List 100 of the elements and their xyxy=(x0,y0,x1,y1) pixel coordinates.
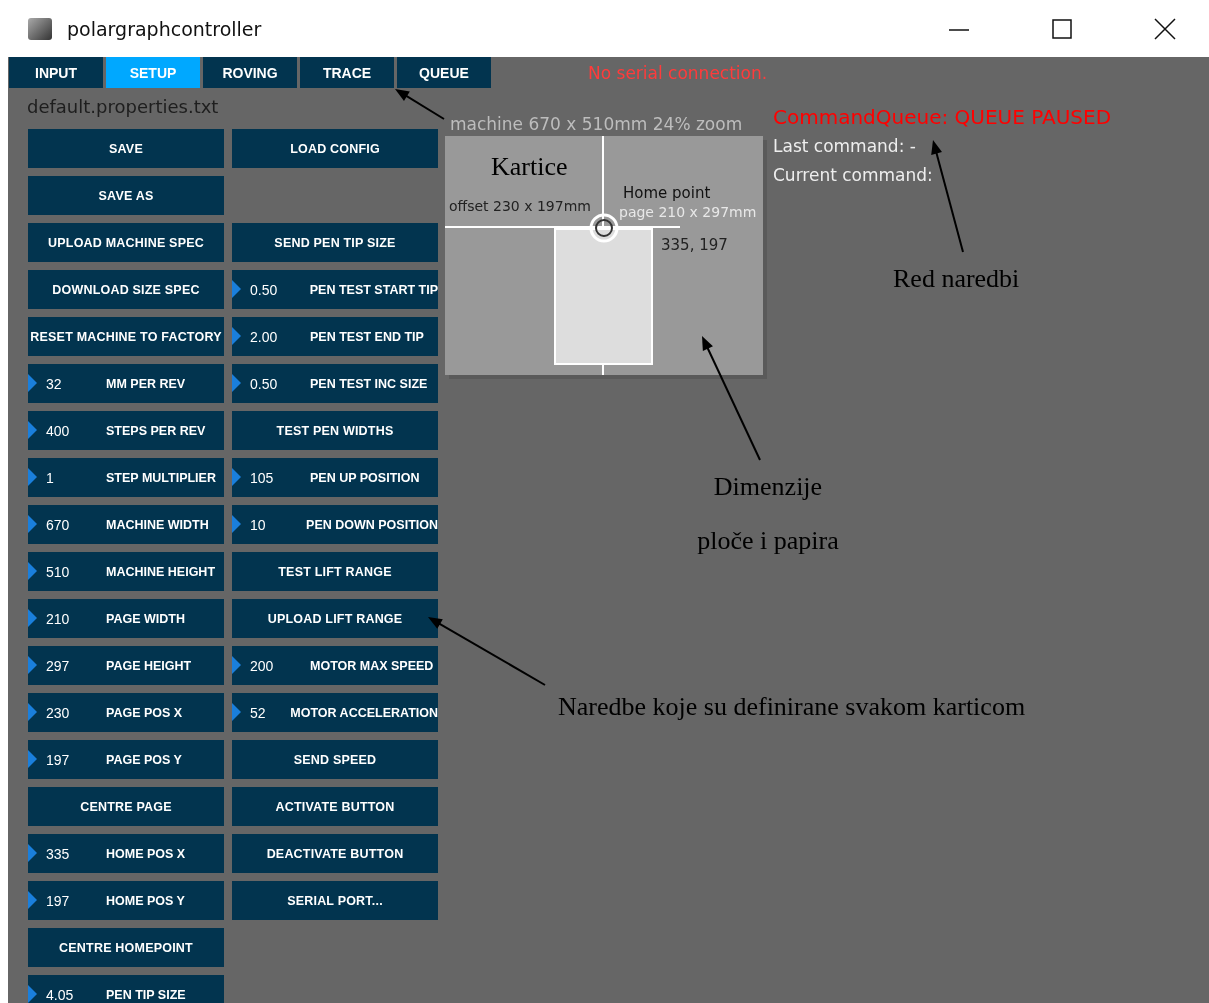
triangle-icon xyxy=(232,374,241,392)
number-control[interactable]: 230 PAGE POS X xyxy=(28,693,224,732)
triangle-icon xyxy=(28,844,37,862)
number-control[interactable]: 0.50 PEN TEST START TIP xyxy=(232,270,438,309)
annotation-label: Red naredbi xyxy=(893,264,1020,294)
home-point-label: Home point xyxy=(623,184,711,202)
triangle-icon xyxy=(28,468,37,486)
number-control[interactable]: 105 PEN UP POSITION xyxy=(232,458,438,497)
tab[interactable]: INPUT xyxy=(9,57,103,88)
triangle-icon xyxy=(28,703,37,721)
setup-button[interactable]: SEND PEN TIP SIZE xyxy=(232,223,438,262)
page-size-label: page 210 x 297mm xyxy=(619,204,757,220)
setup-button[interactable]: TEST PEN WIDTHS xyxy=(232,411,438,450)
control-label: MACHINE WIDTH xyxy=(106,517,209,532)
value-text: 4.05 xyxy=(46,986,75,1003)
number-control[interactable]: 2.00 PEN TEST END TIP xyxy=(232,317,438,356)
number-control[interactable]: 210 PAGE WIDTH xyxy=(28,599,224,638)
number-control[interactable]: 32 MM PER REV xyxy=(28,364,224,403)
control-label: PEN TEST INC SIZE xyxy=(310,376,428,391)
value-text: 0.50 xyxy=(250,375,279,392)
value-text: 210 xyxy=(46,610,71,627)
setup-button[interactable]: SEND SPEED xyxy=(232,740,438,779)
number-control[interactable]: 10 PEN DOWN POSITION xyxy=(232,505,438,544)
status-text: No serial connection. xyxy=(588,62,768,83)
value-text: 1 xyxy=(46,469,55,486)
maximize-icon xyxy=(1052,18,1072,39)
tab[interactable]: ROVING xyxy=(203,57,297,88)
setup-button[interactable]: TEST LIFT RANGE xyxy=(232,552,438,591)
setup-button[interactable]: RESET MACHINE TO FACTORY xyxy=(28,317,224,356)
value-text: 197 xyxy=(46,751,71,768)
number-control[interactable]: 0.50 PEN TEST INC SIZE xyxy=(232,364,438,403)
file-name: default.properties.txt xyxy=(27,95,219,119)
tab[interactable]: QUEUE xyxy=(397,57,491,88)
control-label: MACHINE HEIGHT xyxy=(106,564,216,579)
number-control[interactable]: 197 HOME POS Y xyxy=(28,881,224,920)
number-control[interactable]: 335 HOME POS X xyxy=(28,834,224,873)
control-label: PEN TIP SIZE xyxy=(106,987,186,1002)
value-text: 200 xyxy=(250,657,275,674)
app-icon xyxy=(28,17,52,40)
tab[interactable]: TRACE xyxy=(300,57,394,88)
number-control[interactable]: 200 MOTOR MAX SPEED xyxy=(232,646,438,685)
setup-button[interactable]: SAVE xyxy=(28,129,224,168)
window-title: polargraphcontroller xyxy=(67,17,263,40)
triangle-icon xyxy=(28,656,37,674)
number-control[interactable]: 670 MACHINE WIDTH xyxy=(28,505,224,544)
number-control[interactable]: 510 MACHINE HEIGHT xyxy=(28,552,224,591)
last-command-text: Last command: - xyxy=(773,135,917,158)
number-control[interactable]: 52 MOTOR ACCELERATION xyxy=(232,693,438,732)
triangle-icon xyxy=(232,703,241,721)
setup-button[interactable]: DEACTIVATE BUTTON xyxy=(232,834,438,873)
setup-button[interactable]: SERIAL PORT... xyxy=(232,881,438,920)
triangle-icon xyxy=(28,515,37,533)
current-command-text: Current command: xyxy=(773,164,934,187)
number-control[interactable]: 400 STEPS PER REV xyxy=(28,411,224,450)
setup-button[interactable]: CENTRE PAGE xyxy=(28,787,224,826)
value-text: 105 xyxy=(250,469,275,486)
setup-button[interactable]: SAVE AS xyxy=(28,176,224,215)
control-label: STEP MULTIPLIER xyxy=(106,470,216,485)
value-text: 230 xyxy=(46,704,71,721)
value-text: 400 xyxy=(46,422,71,439)
number-control[interactable]: 197 PAGE POS Y xyxy=(28,740,224,779)
setup-button[interactable]: DOWNLOAD SIZE SPEC xyxy=(28,270,224,309)
annotation-label: Dimenzije ploče i papira xyxy=(696,471,840,557)
value-text: 297 xyxy=(46,657,71,674)
triangle-icon xyxy=(28,750,37,768)
setup-button[interactable]: UPLOAD MACHINE SPEC xyxy=(28,223,224,262)
value-text: 52 xyxy=(250,704,267,721)
value-text: 2.00 xyxy=(250,328,279,345)
setup-button[interactable]: UPLOAD LIFT RANGE xyxy=(232,599,438,638)
offset-label: offset 230 x 197mm xyxy=(449,198,591,214)
setup-button[interactable]: ACTIVATE BUTTON xyxy=(232,787,438,826)
control-label: PAGE POS Y xyxy=(106,752,182,767)
number-control[interactable]: 297 PAGE HEIGHT xyxy=(28,646,224,685)
control-label: STEPS PER REV xyxy=(106,423,206,438)
control-label: MM PER REV xyxy=(106,376,186,391)
value-text: 10 xyxy=(250,516,267,533)
value-text: 335 xyxy=(46,845,71,862)
triangle-icon xyxy=(28,609,37,627)
value-text: 197 xyxy=(46,892,71,909)
number-control[interactable]: 1 STEP MULTIPLIER xyxy=(28,458,224,497)
machine-caption: machine 670 x 510mm 24% zoom xyxy=(450,114,743,134)
triangle-icon xyxy=(28,891,37,909)
setup-button[interactable]: CENTRE HOMEPOINT xyxy=(28,928,224,967)
number-control[interactable]: 4.05 PEN TIP SIZE xyxy=(28,975,224,1003)
control-label: MOTOR ACCELERATION xyxy=(290,705,438,720)
triangle-icon xyxy=(28,374,37,392)
triangle-icon xyxy=(232,515,241,533)
value-text: 0.50 xyxy=(250,281,279,298)
close-icon xyxy=(1154,17,1176,40)
triangle-icon xyxy=(232,280,241,298)
home-coordinates: 335, 197 xyxy=(661,236,728,254)
control-label: PEN TEST START TIP xyxy=(309,282,438,297)
control-label: PEN UP POSITION xyxy=(310,470,420,485)
arrow xyxy=(395,89,445,120)
control-label: PAGE HEIGHT xyxy=(106,658,192,673)
setup-button[interactable]: LOAD CONFIG xyxy=(232,129,438,168)
triangle-icon xyxy=(232,656,241,674)
value-text: 510 xyxy=(46,563,71,580)
annotation-label: Naredbe koje su definirane svakom karticom xyxy=(558,692,1026,722)
triangle-icon xyxy=(28,562,37,580)
